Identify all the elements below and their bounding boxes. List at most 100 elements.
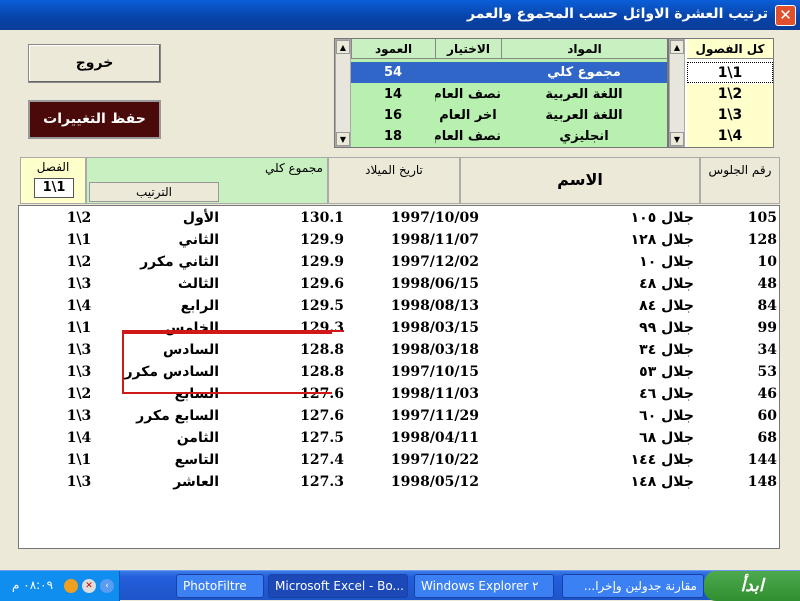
table-row[interactable]: 10 جلال ١٠ 1997/12/02 129.9 الثاني مكرر … (19, 251, 779, 273)
student-name: جلال ٤٨ (639, 276, 694, 292)
class-list-header: كل الفصول (687, 39, 773, 59)
subject-name: اللغة العربية (545, 87, 623, 102)
save-changes-button[interactable]: حفظ التغييرات (28, 100, 161, 139)
total-score: 129.9 (300, 254, 344, 270)
total-score: 129.5 (300, 298, 344, 314)
total-score: 127.4 (300, 452, 344, 468)
class: 1\4 (66, 430, 92, 446)
class: 1\3 (66, 342, 92, 358)
window-title: ترتيب العشرة الاوائل حسب المجموع والعمر (467, 6, 768, 22)
taskbar-item-photofiltre[interactable]: PhotoFiltre (176, 574, 264, 598)
taskbar-item-explorer[interactable]: Windows Explorer ٢ (414, 574, 554, 598)
birth-date: 1998/11/07 (390, 232, 479, 248)
subject-choice-value: اخر العام (439, 108, 497, 123)
table-row[interactable]: 148 جلال ١٤٨ 1998/05/12 127.3 العاشر 1\3 (19, 471, 779, 493)
birth-date: 1998/06/15 (390, 276, 479, 292)
subjects-scrollbar[interactable]: ▲ ▼ (335, 39, 351, 147)
subject-column-value: 18 (383, 129, 403, 144)
rank: الثاني (178, 232, 219, 248)
subject-choice-value: نصف العام (435, 87, 501, 102)
seat-number: 46 (757, 386, 777, 402)
subject-name: اللغة العربية (545, 108, 623, 123)
birth-date: 1997/10/15 (390, 364, 479, 380)
table-row[interactable]: 105 جلال ١٠٥ 1997/10/09 130.1 الأول 1\2 (19, 207, 779, 229)
student-name: جلال ٦٨ (639, 430, 694, 446)
taskbar-item-firefox[interactable]: مقارنة جدولين وإخرا... (562, 574, 704, 598)
table-row[interactable]: 84 جلال ٨٤ 1998/08/13 129.5 الرابع 1\4 (19, 295, 779, 317)
rank: التاسع (174, 452, 219, 468)
class: 1\3 (66, 364, 92, 380)
show-hidden-icons-icon[interactable]: ‹ (100, 579, 114, 593)
total-header-label: مجموع كلي (265, 161, 323, 175)
total-score: 127.3 (300, 474, 344, 490)
rank: الثاني مكرر (140, 254, 219, 270)
subject-row[interactable]: 14 نصف العام اللغة العربية (351, 84, 667, 105)
scroll-up-icon[interactable]: ▲ (670, 40, 684, 54)
table-row[interactable]: 144 جلال ١٤٤ 1997/10/22 127.4 التاسع 1\1 (19, 449, 779, 471)
subject-column-value: 14 (383, 87, 403, 102)
class: 1\2 (66, 254, 92, 270)
subjects-grid[interactable]: ▲ ▼ العمود الاختيار المواد 54 مجموع كلي … (334, 38, 668, 148)
seat-number: 60 (757, 408, 777, 424)
seat-number: 148 (747, 474, 777, 490)
class: 1\4 (66, 298, 92, 314)
scroll-down-icon[interactable]: ▼ (670, 132, 684, 146)
clock[interactable]: ٠٨:٠٩ م (12, 578, 53, 592)
table-row[interactable]: 68 جلال ٦٨ 1998/04/11 127.5 الثامن 1\4 (19, 427, 779, 449)
class: 1\3 (66, 276, 92, 292)
birth-date: 1998/05/12 (390, 474, 479, 490)
taskbar-item-excel[interactable]: Microsoft Excel - Bo... (268, 574, 408, 598)
class: 1\3 (66, 474, 92, 490)
subject-choice-value: نصف العام (435, 129, 501, 144)
seat-number: 68 (757, 430, 777, 446)
total-score: 127.6 (300, 408, 344, 424)
subject-row[interactable]: 18 نصف العام انجليزي (351, 126, 667, 147)
seat-number: 34 (757, 342, 777, 358)
student-name: جلال ١٤٤ (630, 452, 694, 468)
tray-app-icon[interactable] (64, 579, 78, 593)
rank: الثالث (177, 276, 219, 292)
subject-row[interactable]: 54 مجموع كلي (351, 62, 667, 83)
volume-muted-icon[interactable]: ✕ (82, 579, 96, 593)
start-button[interactable]: ابدأ (704, 571, 800, 601)
rank: العاشر (173, 474, 219, 490)
column-header-column: العمود (351, 39, 435, 59)
student-name: جلال ٣٤ (639, 342, 694, 358)
seat-number: 84 (757, 298, 777, 314)
table-row[interactable]: 60 جلال ٦٠ 1997/11/29 127.6 السابع مكرر … (19, 405, 779, 427)
total-score: 130.1 (300, 210, 344, 226)
system-tray: ٠٨:٠٩ م ✕ ‹ (0, 571, 120, 601)
student-name: جلال ١٢٨ (630, 232, 694, 248)
column-header-subject: المواد (501, 39, 667, 59)
subject-row[interactable]: 16 اخر العام اللغة العربية (351, 105, 667, 126)
scroll-down-icon[interactable]: ▼ (336, 132, 350, 146)
class-item[interactable]: 1\1 (687, 62, 773, 83)
class: 1\1 (66, 232, 92, 248)
class-list-scrollbar[interactable]: ▲ ▼ (669, 39, 685, 147)
class-filter-value[interactable]: 1\1 (34, 178, 74, 198)
subject-name: مجموع كلي (547, 65, 621, 80)
table-row[interactable]: 48 جلال ٤٨ 1998/06/15 129.6 الثالث 1\3 (19, 273, 779, 295)
rank-header-label: الترتيب (89, 182, 219, 202)
birth-date: 1998/08/13 (390, 298, 479, 314)
seat-number: 128 (747, 232, 777, 248)
seat-number: 99 (757, 320, 777, 336)
table-row[interactable]: 128 جلال ١٢٨ 1998/11/07 129.9 الثاني 1\1 (19, 229, 779, 251)
birth-date: 1997/10/09 (390, 210, 479, 226)
class-filter-label: الفصل (36, 160, 70, 174)
scroll-up-icon[interactable]: ▲ (336, 40, 350, 54)
class-list[interactable]: ▲ ▼ كل الفصول 1\1 1\2 1\3 1\4 (668, 38, 774, 148)
seat-number: 10 (757, 254, 777, 270)
class: 1\2 (66, 210, 92, 226)
student-name: جلال ٥٣ (639, 364, 694, 380)
exit-button[interactable]: خروج (28, 44, 161, 83)
class-item[interactable]: 1\2 (687, 84, 773, 105)
student-name: جلال ٤٦ (639, 386, 694, 402)
class-item[interactable]: 1\3 (687, 105, 773, 126)
close-button[interactable]: ✕ (775, 5, 796, 26)
class: 1\1 (66, 452, 92, 468)
class-item[interactable]: 1\4 (687, 126, 773, 147)
student-name: جلال ١٤٨ (630, 474, 694, 490)
birth-date: 1998/03/15 (390, 320, 479, 336)
seat-number-column-header: رقم الجلوس (700, 157, 780, 204)
